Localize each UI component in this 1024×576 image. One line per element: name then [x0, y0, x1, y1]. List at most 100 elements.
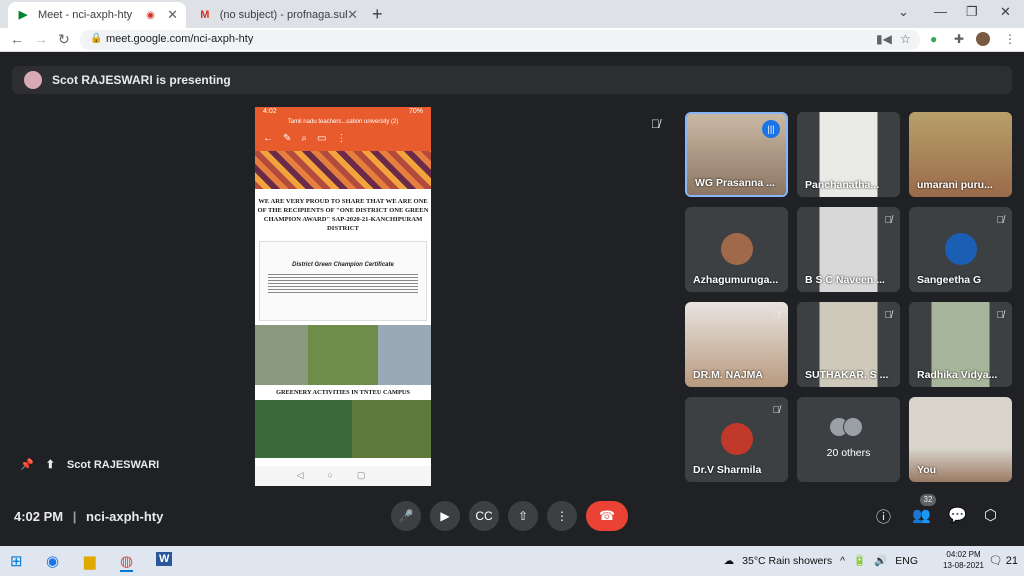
minimize-icon[interactable]: — — [934, 4, 947, 19]
bookmark-star-icon[interactable]: ☆ — [900, 32, 911, 46]
participant-tile[interactable]: umarani puru... — [909, 112, 1012, 197]
meeting-controls: 4:02 PM | nci-axph-hty 🎤 ▶ CC ⇧ ⋮ ☎ ⓘ 👥 … — [0, 494, 1024, 540]
participant-name: Dr.V Sharmila — [693, 464, 762, 476]
avatar — [721, 233, 753, 265]
participant-tile[interactable]: 🎙̸ DR.M. NAJMA — [685, 302, 788, 387]
meeting-time: 4:02 PM — [14, 509, 64, 524]
grammarly-icon[interactable]: ● — [930, 32, 937, 46]
people-icon[interactable]: 👥 — [912, 506, 931, 524]
participant-count-badge: 32 — [920, 494, 936, 506]
notification-center[interactable]: 🗨 21 — [989, 554, 1018, 567]
file-explorer-icon[interactable]: ▆ — [84, 552, 96, 570]
chrome-icon[interactable]: ◍ — [120, 552, 134, 572]
avatar — [24, 71, 42, 89]
presenter-label-row: 📌 ⬆ Scot RAJESWARI — [20, 458, 171, 472]
participant-tile[interactable]: 🎙̸ Dr.V Sharmila — [685, 397, 788, 482]
mic-off-icon: 🎙̸ — [772, 310, 781, 321]
participant-name: You — [917, 464, 937, 476]
edge-icon[interactable]: ◉ — [46, 552, 59, 570]
present-screen-icon[interactable]: ⬆ — [46, 458, 55, 471]
menu-icon[interactable]: ⋮ — [1004, 32, 1016, 46]
participant-name: SUTHAKAR. S ... — [805, 369, 889, 381]
phone-nav-bar: ◁○▢ — [255, 466, 431, 486]
camera-icon[interactable]: ▮◀ — [876, 32, 892, 46]
volume-icon[interactable]: 🔊 — [874, 554, 887, 567]
activities-icon[interactable]: ⬡ — [984, 506, 997, 524]
tab-search-icon[interactable]: ⌄ — [898, 4, 909, 20]
speaking-indicator-icon: ||| — [762, 120, 780, 138]
close-tab-icon[interactable]: ✕ — [167, 7, 178, 23]
meeting-code: nci-axph-hty — [86, 509, 164, 524]
extensions-icon[interactable]: ✚ — [954, 32, 964, 46]
chat-icon[interactable]: 💬 — [948, 506, 967, 524]
close-window-icon[interactable]: ✕ — [1000, 4, 1011, 20]
lock-icon: 🔒 — [90, 33, 103, 44]
notification-icon: 🗨 — [988, 555, 1003, 567]
forward-icon[interactable]: → — [34, 31, 48, 47]
certificate-title: District Green Champion Certificate — [292, 262, 394, 268]
camera-button[interactable]: ▶ — [430, 501, 460, 531]
back-icon[interactable]: ← — [10, 31, 24, 47]
participant-name: Radhika Vidya... — [917, 369, 998, 381]
info-icon[interactable]: ⓘ — [876, 506, 891, 527]
participant-name: Azhagumuruga... — [693, 274, 779, 286]
more-options-button[interactable]: ⋮ — [547, 501, 577, 531]
participant-tile[interactable]: Azhagumuruga... — [685, 207, 788, 292]
participant-tile[interactable]: Panchanatha... — [797, 112, 900, 197]
reload-icon[interactable]: ↻ — [58, 31, 70, 48]
mic-off-icon: 🎙̸ — [772, 405, 781, 416]
certificate-text — [268, 272, 418, 294]
participant-name: Sangeetha G — [917, 274, 982, 286]
greenery-title: GREENERY ACTIVITIES IN TNTEU CAMPUS — [276, 389, 410, 396]
participant-tile[interactable]: 🎙̸ Radhika Vidya... — [909, 302, 1012, 387]
others-avatars — [829, 417, 869, 439]
mic-off-icon: 🎙̸ — [651, 117, 660, 131]
captions-button[interactable]: CC — [469, 501, 499, 531]
tab-meet[interactable]: ▶ Meet - nci-axph-hty ◉ ✕ — [8, 2, 186, 28]
participant-tile[interactable]: 🎙̸ SUTHAKAR. S ... — [797, 302, 900, 387]
microphone-button[interactable]: 🎤 — [391, 501, 421, 531]
restore-icon[interactable]: ❐ — [966, 4, 978, 20]
tab-gmail[interactable]: M (no subject) - profnaga.subramar ✕ — [190, 2, 366, 28]
doc-heading: WE ARE VERY PROUD TO SHARE THAT WE ARE O… — [257, 198, 429, 232]
network-icon[interactable]: 🔋 — [853, 554, 866, 567]
greenery-photos — [255, 400, 431, 458]
close-tab-icon[interactable]: ✕ — [347, 7, 358, 23]
present-button[interactable]: ⇧ — [508, 501, 538, 531]
chevron-up-icon[interactable]: ^ — [840, 555, 845, 567]
address-bar-row: ← → ↻ 🔒 meet.google.com/nci-axph-hty ▮◀ … — [0, 28, 1024, 52]
language-indicator[interactable]: ENG — [895, 555, 918, 567]
browser-tab-strip: ▶ Meet - nci-axph-hty ◉ ✕ M (no subject)… — [0, 0, 1024, 28]
new-tab-icon[interactable]: + — [372, 4, 383, 25]
presenting-banner: Scot RAJESWARI is presenting — [12, 66, 1012, 94]
word-icon[interactable]: W — [156, 552, 173, 566]
participant-tile[interactable]: ||| WG Prasanna ... — [685, 112, 788, 197]
start-icon[interactable]: ⊞ — [10, 552, 23, 570]
tab-title: (no subject) - profnaga.subramar — [219, 9, 347, 21]
self-tile[interactable]: You — [909, 397, 1012, 482]
presenter-name: Scot RAJESWARI — [66, 458, 160, 471]
weather-text: 35°C Rain showers — [742, 554, 833, 567]
recording-icon: ◉ — [146, 9, 155, 21]
gmail-icon: M — [200, 9, 210, 21]
mic-off-icon: 🎙̸ — [884, 215, 893, 226]
pin-icon[interactable]: 📌 — [20, 458, 34, 471]
taskbar-clock[interactable]: 04:02 PM 13-08-2021 — [943, 549, 984, 571]
participant-tile[interactable]: 🎙̸ B S C Naveen ... — [797, 207, 900, 292]
url-field[interactable]: 🔒 meet.google.com/nci-axph-hty — [80, 30, 920, 50]
participant-tile[interactable]: 🎙̸ Sangeetha G — [909, 207, 1012, 292]
others-tile[interactable]: 20 others — [797, 397, 900, 482]
clock-date: 13-08-2021 — [943, 561, 984, 570]
notification-count: 21 — [1005, 555, 1018, 567]
phone-status-bar: 4:02 70% — [255, 107, 431, 119]
decorative-banner — [255, 151, 431, 189]
status-battery: 70% — [408, 108, 423, 115]
leave-call-button[interactable]: ☎ — [586, 501, 628, 531]
others-count: 20 others — [826, 447, 871, 459]
meet-icon: ▶ — [18, 9, 28, 21]
mic-off-icon: 🎙̸ — [884, 310, 893, 321]
clock-time: 04:02 PM — [946, 550, 981, 559]
profile-avatar[interactable] — [976, 32, 990, 46]
mic-off-icon: 🎙̸ — [996, 310, 1005, 321]
doc-title: Tamil nadu teachers...cation university … — [255, 119, 431, 129]
